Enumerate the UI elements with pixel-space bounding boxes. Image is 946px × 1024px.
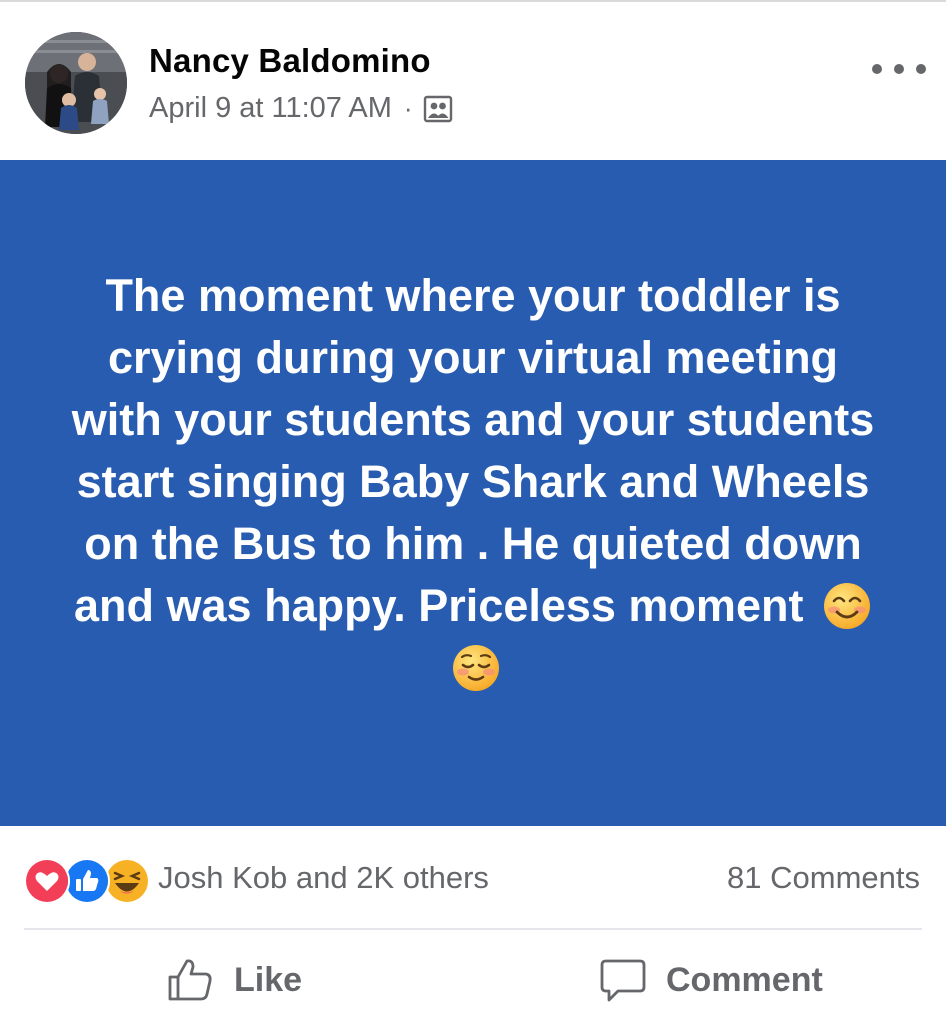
meta-separator: · [403, 93, 413, 123]
love-reaction-icon [24, 858, 70, 904]
comment-button[interactable]: Comment [598, 950, 823, 1010]
post-meta: April 9 at 11:07 AM · [149, 92, 453, 125]
comment-label: Comment [666, 960, 823, 999]
action-bar: Like Comment [0, 930, 946, 1024]
thumbs-up-icon [168, 959, 212, 1001]
more-dot [894, 64, 904, 74]
post-header: Nancy Baldomino April 9 at 11:07 AM · [0, 2, 946, 160]
more-dot [872, 64, 882, 74]
haha-reaction-icon [104, 858, 150, 904]
post-text: The moment where your toddler is crying … [71, 270, 875, 631]
author-name[interactable]: Nancy Baldomino [149, 42, 431, 80]
family-photo-avatar [25, 32, 127, 134]
post-timestamp[interactable]: April 9 at 11:07 AM [149, 92, 392, 125]
more-dot [916, 64, 926, 74]
like-label: Like [234, 960, 303, 999]
more-options-icon[interactable] [872, 52, 926, 86]
friends-audience-icon[interactable] [423, 94, 453, 124]
like-button[interactable]: Like [166, 950, 302, 1010]
smiling-face-icon [823, 583, 870, 629]
comment-bubble-icon [600, 959, 646, 1002]
post-background: The moment where your toddler is crying … [0, 160, 946, 826]
avatar[interactable] [25, 32, 127, 134]
reactions-row: Josh Kob and 2K others 81 Comments [0, 850, 946, 910]
reaction-icons[interactable] [24, 858, 152, 904]
post-text-block: The moment where your toddler is crying … [63, 265, 883, 699]
reactions-summary[interactable]: Josh Kob and 2K others [158, 860, 489, 896]
comments-count[interactable]: 81 Comments [727, 860, 920, 896]
like-reaction-icon [64, 858, 110, 904]
relieved-face-icon [453, 645, 499, 691]
